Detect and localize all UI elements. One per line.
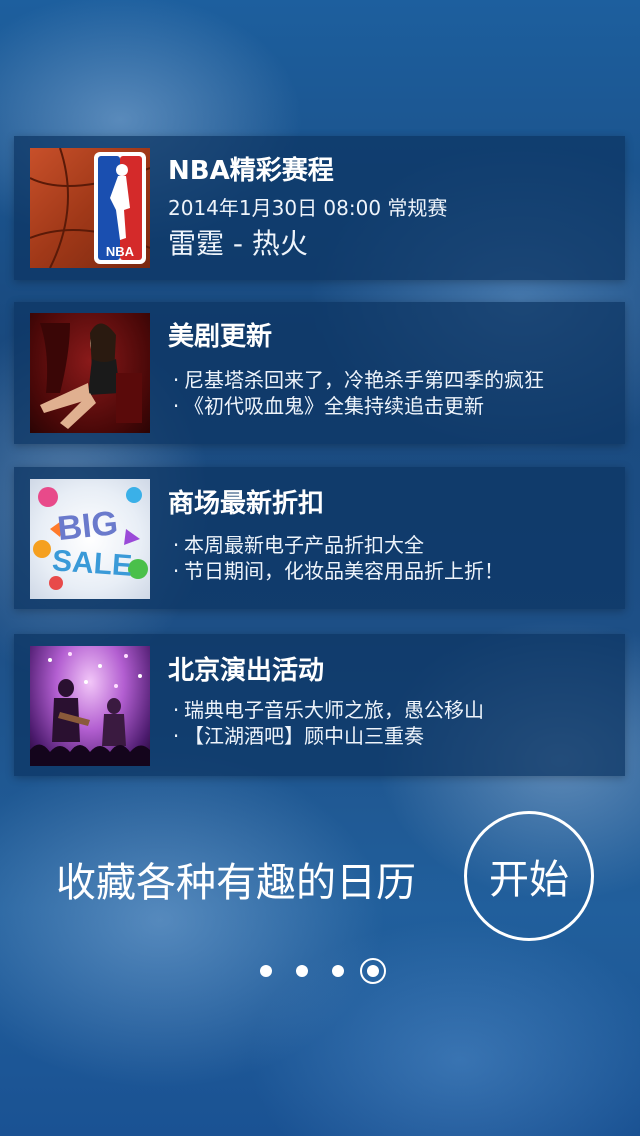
list-item-text: 瑞典电子音乐大师之旅，愚公移山 [184, 698, 484, 722]
page-dot[interactable] [332, 965, 344, 977]
bullet: · [172, 724, 180, 748]
list-item: · 《初代吸血鬼》全集持续追击更新 [168, 390, 484, 419]
page-dot-active-center [367, 965, 379, 977]
tagline: 收藏各种有趣的日历 [56, 860, 416, 906]
list-item: · 本周最新电子产品折扣大全 [168, 529, 424, 558]
list-item: · 瑞典电子音乐大师之旅，愚公移山 [168, 694, 484, 723]
sale-thumbnail: BIG SALE [30, 479, 150, 599]
bullet: · [172, 533, 180, 557]
big-sale-icon: BIG SALE [33, 487, 148, 590]
bullet: · [172, 559, 180, 583]
nba-logo-icon: NBA [30, 148, 150, 268]
page-dot-active[interactable] [360, 958, 386, 984]
card-tv-series[interactable]: 美剧更新 · 尼基塔杀回来了，冷艳杀手第四季的疯狂 · 《初代吸血鬼》全集持续追击更… [14, 302, 625, 444]
big-text: BIG [56, 504, 120, 548]
concert-image-icon [30, 652, 150, 766]
game-datetime: 2014年1月30日 08:00 常规赛 [168, 196, 448, 220]
list-item-text: 【江湖酒吧】顾中山三重奏 [184, 724, 424, 748]
tv-series-thumbnail [30, 313, 150, 433]
actress-image-icon [40, 323, 142, 429]
card-mall-discount[interactable]: BIG SALE 商场最新折扣 · 本周最新电子产品折扣大全 · 节日期间，化妆品美… [14, 467, 625, 609]
bullet: · [172, 368, 180, 392]
list-item: · 节日期间，化妆品美容用品折上折！ [168, 555, 504, 584]
card-beijing-shows[interactable]: 北京演出活动 · 瑞典电子音乐大师之旅，愚公移山 · 【江湖酒吧】顾中山三重奏 [14, 634, 625, 776]
card-nba-schedule[interactable]: NBA NBA精彩赛程 2014年1月30日 08:00 常规赛 雷霆 - 热火 [14, 136, 625, 280]
bullet: · [172, 698, 180, 722]
card-title: NBA精彩赛程 [168, 156, 334, 186]
nba-logo-text: NBA [106, 244, 135, 259]
list-item-text: 本周最新电子产品折扣大全 [184, 533, 424, 557]
card-title: 美剧更新 [168, 322, 273, 352]
start-button[interactable]: 开始 [464, 811, 594, 941]
card-title: 商场最新折扣 [168, 489, 325, 519]
page-indicator [0, 958, 640, 984]
sale-text: SALE [51, 544, 133, 583]
list-item: · 尼基塔杀回来了，冷艳杀手第四季的疯狂 [168, 364, 544, 393]
nba-thumbnail: NBA [30, 148, 150, 268]
bullet: · [172, 394, 180, 418]
list-item-text: 节日期间，化妆品美容用品折上折！ [184, 559, 504, 583]
concert-thumbnail [30, 646, 150, 766]
list-item: · 【江湖酒吧】顾中山三重奏 [168, 720, 424, 749]
list-item-text: 尼基塔杀回来了，冷艳杀手第四季的疯狂 [184, 368, 544, 392]
list-item-text: 《初代吸血鬼》全集持续追击更新 [184, 394, 484, 418]
game-matchup: 雷霆 - 热火 [168, 227, 308, 260]
page-dot[interactable] [296, 965, 308, 977]
page-dot[interactable] [260, 965, 272, 977]
card-title: 北京演出活动 [168, 656, 325, 686]
